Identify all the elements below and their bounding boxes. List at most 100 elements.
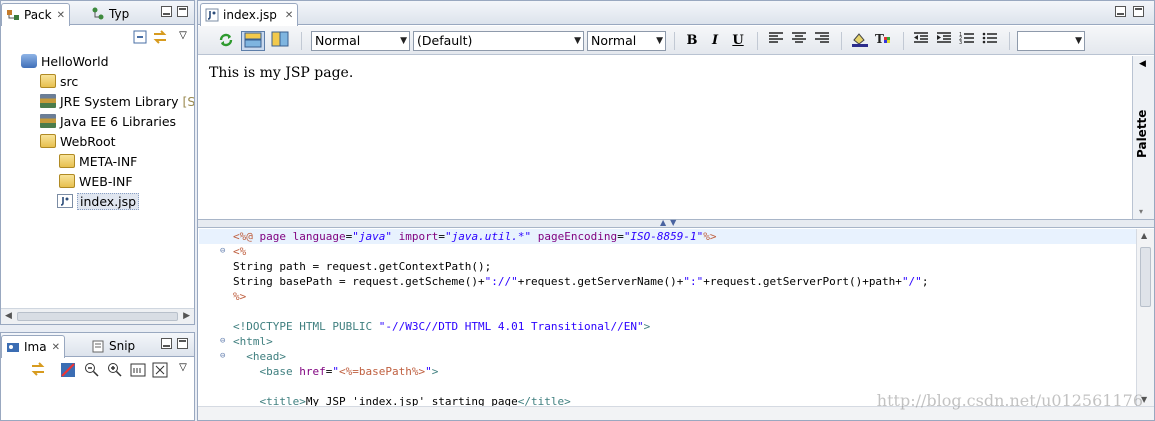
palette-label: Palette — [1135, 109, 1149, 159]
indent-icon[interactable] — [934, 31, 954, 51]
font-size-select[interactable]: Normal ▼ — [587, 31, 666, 51]
minimize-icon[interactable] — [161, 338, 172, 349]
bold-button[interactable]: B — [682, 31, 702, 51]
refresh-icon[interactable] — [216, 31, 236, 51]
tree-node-src[interactable]: src — [40, 71, 78, 91]
source-editor[interactable]: <%@ page language="java" import="java.ut… — [199, 229, 1136, 406]
zoom-in-icon[interactable] — [107, 362, 123, 378]
code-token: %> — [703, 230, 717, 243]
palette-panel[interactable]: ◀ Palette ▾ — [1132, 56, 1154, 219]
fold-collapse-icon[interactable]: ⊖ — [220, 349, 229, 364]
tab-snippets[interactable]: Snip — [87, 335, 139, 357]
close-icon[interactable]: ✕ — [57, 10, 65, 21]
maximize-icon[interactable] — [177, 338, 188, 349]
image-fit-icon[interactable] — [60, 362, 76, 378]
align-center-icon[interactable] — [789, 31, 809, 51]
code-line[interactable]: ⊖ <head> — [199, 349, 1136, 364]
code-line[interactable]: ⊖ <html> — [199, 334, 1136, 349]
code-token: import — [398, 230, 439, 243]
scrollbar-thumb[interactable] — [1140, 247, 1151, 307]
background-color-icon[interactable] — [850, 31, 870, 51]
tree-node-helloworld[interactable]: HelloWorld — [21, 51, 109, 71]
splitter-arrows-icon[interactable]: ▲▼ — [660, 218, 680, 227]
code-text: %> — [233, 289, 246, 304]
fold-collapse-icon[interactable]: ⊖ — [220, 244, 229, 259]
tab-index-jsp[interactable]: index.jsp ✕ — [200, 3, 299, 26]
bullet-list-icon[interactable] — [980, 31, 1000, 51]
align-left-icon[interactable] — [766, 31, 786, 51]
code-token: > — [431, 365, 439, 378]
tab-package-explorer[interactable]: Pack ✕ — [1, 3, 70, 26]
code-line[interactable]: <%@ page language="java" import="java.ut… — [199, 229, 1136, 244]
view-menu-chevron-down-icon[interactable]: ▽ — [175, 360, 191, 376]
code-line[interactable]: %> — [199, 289, 1136, 304]
fold-collapse-icon[interactable]: ⊖ — [220, 334, 229, 349]
code-token: " — [425, 365, 432, 378]
design-source-splitter[interactable]: ▲▼ — [198, 218, 1154, 228]
scroll-up-icon[interactable]: ▲ — [1141, 231, 1147, 240]
code-line[interactable]: String path = request.getContextPath(); — [199, 259, 1136, 274]
code-token: = — [438, 230, 445, 243]
code-token: pageEncoding — [537, 230, 618, 243]
palette-collapse-icon[interactable]: ◀ — [1139, 59, 1146, 69]
link-with-editor-icon[interactable] — [30, 362, 46, 378]
split-vertical-layout-icon[interactable] — [268, 31, 292, 51]
design-text: This is my JSP page. — [209, 65, 354, 81]
minimize-icon[interactable] — [161, 6, 172, 17]
close-icon[interactable]: ✕ — [285, 10, 293, 21]
split-horizontal-layout-icon[interactable] — [241, 31, 265, 51]
view-menu-chevron-down-icon[interactable]: ▽ — [175, 28, 191, 44]
code-line[interactable]: String basePath = request.getScheme()+":… — [199, 274, 1136, 289]
collapse-all-icon[interactable] — [132, 30, 148, 46]
svg-text:3: 3 — [959, 40, 962, 45]
package-explorer-view: Pack ✕ Typ ▽ HelloWorld src JRE System L… — [0, 0, 195, 325]
code-token: "ISO-8859-1" — [623, 230, 704, 243]
tree-node-jre-library[interactable]: JRE System Library [Su — [40, 91, 194, 111]
wysiwyg-toolbar: Normal ▼ (Default) ▼ Normal ▼ B I U T 1 … — [198, 26, 1154, 55]
minimize-icon[interactable] — [1115, 6, 1126, 17]
tree-node-meta-inf[interactable]: META-INF — [59, 151, 137, 171]
maximize-icon[interactable] — [1133, 6, 1144, 17]
font-family-select[interactable]: (Default) ▼ — [413, 31, 584, 51]
format-select[interactable]: ▼ — [1017, 31, 1085, 51]
toolbar-separator — [757, 32, 758, 50]
code-line[interactable]: <!DOCTYPE HTML PUBLIC "-//W3C//DTD HTML … — [199, 319, 1136, 334]
tab-type-hierarchy[interactable]: Typ — [87, 3, 133, 25]
scroll-right-icon[interactable]: ▶ — [183, 311, 190, 321]
underline-button[interactable]: U — [728, 31, 748, 51]
tree-node-webroot[interactable]: WebRoot — [40, 131, 116, 151]
text-color-icon[interactable]: T — [873, 31, 893, 51]
scrollbar-thumb[interactable] — [17, 312, 178, 321]
image-view-toolbar: ▽ — [1, 357, 194, 381]
maximize-icon[interactable] — [177, 6, 188, 17]
paragraph-style-select[interactable]: Normal ▼ — [311, 31, 410, 51]
palette-scroll-icon[interactable]: ▾ — [1139, 207, 1143, 216]
fit-to-window-icon[interactable] — [152, 362, 168, 378]
link-with-editor-icon[interactable] — [152, 30, 168, 46]
folder-icon — [59, 174, 75, 188]
code-line[interactable]: <base href="<%=basePath%>"> — [199, 364, 1136, 379]
tree-node-javaee-libraries[interactable]: Java EE 6 Libraries — [40, 111, 176, 131]
tab-label: index.jsp — [223, 8, 277, 22]
close-icon[interactable]: ✕ — [52, 342, 60, 353]
italic-button[interactable]: I — [705, 31, 725, 51]
tree-node-label: WEB-INF — [79, 173, 133, 189]
package-explorer-icon — [6, 8, 20, 22]
zoom-out-icon[interactable] — [84, 362, 100, 378]
horizontal-scrollbar[interactable]: ◀ ▶ — [1, 308, 194, 324]
code-token: <html> — [233, 335, 273, 348]
code-line[interactable]: ⊖ <% — [199, 244, 1136, 259]
tree-node-index-jsp[interactable]: index.jsp — [57, 191, 140, 211]
source-vertical-scrollbar[interactable]: ▲ ▼ — [1136, 229, 1154, 406]
outdent-icon[interactable] — [911, 31, 931, 51]
code-line[interactable] — [199, 304, 1136, 319]
design-view[interactable]: This is my JSP page. — [199, 56, 1132, 218]
code-token: "java" — [352, 230, 392, 243]
numbered-list-icon[interactable]: 123 — [957, 31, 977, 51]
tree-node-web-inf[interactable]: WEB-INF — [59, 171, 133, 191]
align-right-icon[interactable] — [812, 31, 832, 51]
code-token: > — [643, 320, 651, 333]
tab-image-view[interactable]: Ima ✕ — [1, 335, 65, 358]
actual-size-icon[interactable] — [130, 362, 146, 378]
scroll-left-icon[interactable]: ◀ — [5, 311, 12, 321]
